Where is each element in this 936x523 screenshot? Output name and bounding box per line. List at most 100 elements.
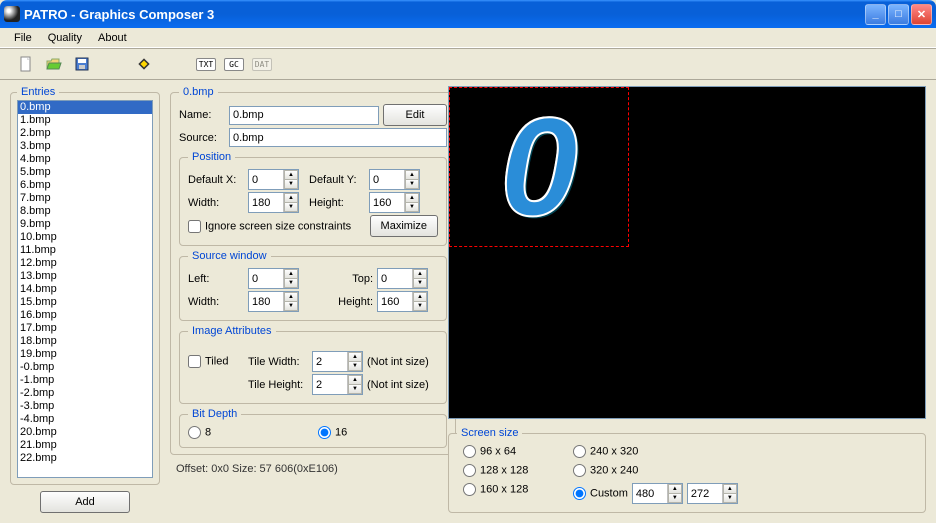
list-item[interactable]: 5.bmp (18, 166, 152, 179)
add-button[interactable]: Add (40, 491, 130, 513)
ss-160x128[interactable]: 160 x 128 (463, 483, 553, 504)
list-item[interactable]: 15.bmp (18, 296, 152, 309)
sourcewin-group: Source window Left: ▲▼ Top: ▲▼ Width: ▲▼… (179, 250, 447, 321)
list-item[interactable]: 12.bmp (18, 257, 152, 270)
notint-1: (Not int size) (367, 356, 429, 368)
source-label: Source: (179, 132, 225, 144)
list-item[interactable]: 10.bmp (18, 231, 152, 244)
list-item[interactable]: 21.bmp (18, 439, 152, 452)
swwidth-spinner[interactable]: ▲▼ (248, 291, 299, 312)
screensize-legend: Screen size (457, 427, 522, 439)
defx-spinner[interactable]: ▲▼ (248, 169, 299, 190)
list-item[interactable]: -4.bmp (18, 413, 152, 426)
defy-label: Default Y: (309, 174, 365, 186)
list-item[interactable]: 4.bmp (18, 153, 152, 166)
window-title: PATRO - Graphics Composer 3 (24, 7, 865, 22)
notint-2: (Not int size) (367, 379, 429, 391)
imgattr-legend: Image Attributes (188, 325, 276, 337)
ss-128x128[interactable]: 128 x 128 (463, 464, 553, 477)
swheight-spinner[interactable]: ▲▼ (377, 291, 428, 312)
ss-custom[interactable]: Custom (573, 487, 628, 500)
list-item[interactable]: 8.bmp (18, 205, 152, 218)
list-item[interactable]: 17.bmp (18, 322, 152, 335)
tilew-label: Tile Width: (248, 356, 308, 368)
list-item[interactable]: 2.bmp (18, 127, 152, 140)
toolbar: TXT GC DAT (0, 48, 936, 80)
preview-canvas: 0 (448, 86, 926, 419)
name-input[interactable] (229, 106, 379, 125)
list-item[interactable]: 0.bmp (18, 101, 152, 114)
export-gc-button[interactable]: GC (222, 52, 246, 76)
position-legend: Position (188, 151, 235, 163)
list-item[interactable]: -2.bmp (18, 387, 152, 400)
tileh-spinner[interactable]: ▲▼ (312, 374, 363, 395)
bitdepth-16[interactable]: 16 (318, 426, 364, 439)
list-item[interactable]: 22.bmp (18, 452, 152, 465)
ss-240x320[interactable]: 240 x 320 (573, 445, 911, 458)
poswidth-spinner[interactable]: ▲▼ (248, 192, 299, 213)
customw-spinner[interactable]: ▲▼ (632, 483, 683, 504)
name-label: Name: (179, 109, 225, 121)
chip-button[interactable] (132, 52, 156, 76)
list-item[interactable]: 13.bmp (18, 270, 152, 283)
swleft-spinner[interactable]: ▲▼ (248, 268, 299, 289)
offset-size-line: Offset: 0x0 Size: 57 606(0xE106) (170, 459, 438, 475)
list-item[interactable]: 6.bmp (18, 179, 152, 192)
preview-image: 0 (500, 86, 578, 248)
source-input[interactable] (229, 128, 447, 147)
swwidth-label: Width: (188, 296, 244, 308)
list-item[interactable]: 7.bmp (18, 192, 152, 205)
edit-button[interactable]: Edit (383, 104, 447, 126)
selection-box: 0 (449, 87, 629, 247)
entries-list[interactable]: 0.bmp1.bmp2.bmp3.bmp4.bmp5.bmp6.bmp7.bmp… (17, 100, 153, 478)
close-button[interactable]: ✕ (911, 4, 932, 25)
list-item[interactable]: 18.bmp (18, 335, 152, 348)
menu-quality[interactable]: Quality (40, 30, 90, 46)
title-bar: PATRO - Graphics Composer 3 _ □ ✕ (0, 0, 936, 28)
list-item[interactable]: 11.bmp (18, 244, 152, 257)
app-icon (4, 6, 20, 22)
menu-file[interactable]: File (6, 30, 40, 46)
swleft-label: Left: (188, 273, 244, 285)
maximize-button[interactable]: Maximize (370, 215, 438, 237)
minimize-button[interactable]: _ (865, 4, 886, 25)
sourcewin-legend: Source window (188, 250, 271, 262)
screensize-group: Screen size 96 x 64 240 x 320 128 x 128 … (448, 427, 926, 513)
bitdepth-8[interactable]: 8 (188, 426, 234, 439)
swtop-label: Top: (317, 273, 373, 285)
tiled-checkbox-label[interactable]: Tiled (188, 355, 244, 368)
entries-group: Entries 0.bmp1.bmp2.bmp3.bmp4.bmp5.bmp6.… (10, 86, 160, 485)
ignore-checkbox[interactable] (188, 220, 201, 233)
tilew-spinner[interactable]: ▲▼ (312, 351, 363, 372)
posheight-spinner[interactable]: ▲▼ (369, 192, 420, 213)
poswidth-label: Width: (188, 197, 244, 209)
ignore-checkbox-label[interactable]: Ignore screen size constraints (188, 220, 351, 233)
list-item[interactable]: -0.bmp (18, 361, 152, 374)
list-item[interactable]: -3.bmp (18, 400, 152, 413)
imgattr-group: Image Attributes Tiled Tile Width: ▲▼ (N… (179, 325, 447, 404)
list-item[interactable]: 9.bmp (18, 218, 152, 231)
new-file-button[interactable] (14, 52, 38, 76)
ss-96x64[interactable]: 96 x 64 (463, 445, 553, 458)
list-item[interactable]: 1.bmp (18, 114, 152, 127)
menu-bar: File Quality About (0, 28, 936, 48)
tiled-checkbox[interactable] (188, 355, 201, 368)
export-txt-button[interactable]: TXT (194, 52, 218, 76)
list-item[interactable]: -1.bmp (18, 374, 152, 387)
bitdepth-group: Bit Depth 8 16 (179, 408, 447, 448)
customh-spinner[interactable]: ▲▼ (687, 483, 738, 504)
list-item[interactable]: 3.bmp (18, 140, 152, 153)
list-item[interactable]: 20.bmp (18, 426, 152, 439)
list-item[interactable]: 19.bmp (18, 348, 152, 361)
list-item[interactable]: 14.bmp (18, 283, 152, 296)
defx-label: Default X: (188, 174, 244, 186)
save-file-button[interactable] (70, 52, 94, 76)
ss-320x240[interactable]: 320 x 240 (573, 464, 911, 477)
maximize-button[interactable]: □ (888, 4, 909, 25)
open-file-button[interactable] (42, 52, 66, 76)
properties-group: 0.bmp Name: Edit Source: Position Defaul… (170, 86, 456, 455)
defy-spinner[interactable]: ▲▼ (369, 169, 420, 190)
swtop-spinner[interactable]: ▲▼ (377, 268, 428, 289)
menu-about[interactable]: About (90, 30, 135, 46)
list-item[interactable]: 16.bmp (18, 309, 152, 322)
